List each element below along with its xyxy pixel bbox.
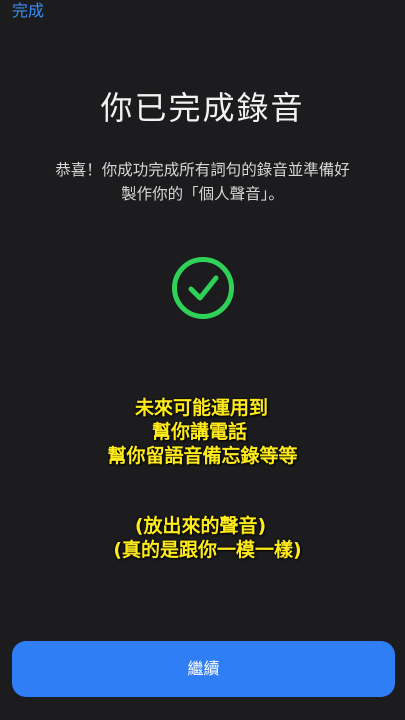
voice-setup-complete-screen: 完成 你已完成錄音 恭喜！你成功完成所有詞句的錄音並準備好 製作你的「個人聲音」… [0, 0, 405, 720]
completion-description: 恭喜！你成功完成所有詞句的錄音並準備好 製作你的「個人聲音」。 [0, 158, 405, 206]
done-button[interactable]: 完成 [12, 0, 44, 22]
overlay-caption-group-1: 未來可能運用到 幫你講電話 幫你留語音備忘錄等等 [0, 396, 405, 468]
caption-line: 未來可能運用到 [134, 397, 268, 419]
description-line-1: 恭喜！你成功完成所有詞句的錄音並準備好 [55, 161, 350, 179]
overlay-caption-group-2: (放出來的聲音) (真的是跟你一模一樣) [0, 514, 405, 562]
caption-line: 幫你講電話 [151, 421, 247, 443]
caption-line: (放出來的聲音) [134, 515, 267, 537]
page-title: 你已完成錄音 [100, 89, 305, 127]
checkmark-circle-icon [171, 256, 235, 320]
caption-line: (真的是跟你一模一樣) [113, 539, 302, 561]
caption-line: 幫你留語音備忘錄等等 [107, 445, 298, 467]
continue-button[interactable]: 繼續 [12, 641, 395, 697]
description-line-2: 製作你的「個人聲音」。 [121, 185, 284, 203]
